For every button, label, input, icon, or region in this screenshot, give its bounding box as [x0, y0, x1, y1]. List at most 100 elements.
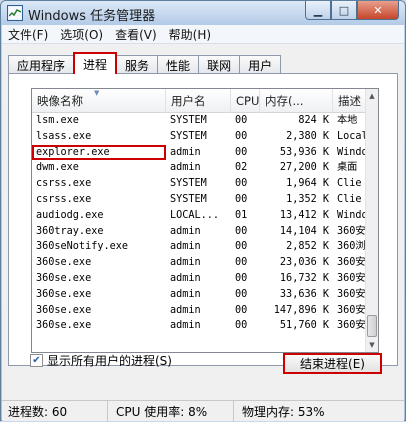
table-row[interactable]: 360tray.exe admin 00 14,104 K 360安 [32, 224, 368, 240]
column-memory[interactable]: 内存(... [260, 89, 333, 113]
cell-user: admin [170, 146, 201, 158]
cell-desc: 360安 [337, 288, 366, 300]
menu-file[interactable]: 文件(F) [8, 26, 48, 43]
cell-user: admin [170, 241, 201, 253]
cell-desc: 360安 [337, 304, 366, 316]
arrow-up-icon: ▲ [369, 92, 375, 100]
cell-cpu: 00 [235, 130, 248, 142]
column-cpu[interactable]: CPU [231, 89, 260, 113]
cell-desc: Windo [337, 209, 368, 221]
cell-cpu: 02 [235, 162, 248, 174]
process-rows: lsm.exe SYSTEM 00 824 K 本地 lsass.exe SYSTEM 00 2… [32, 113, 368, 334]
tab-applications[interactable]: 应用程序 [8, 55, 75, 74]
tab-networking[interactable]: 联网 [198, 55, 241, 74]
table-row[interactable]: dwm.exe admin 02 27,200 K 桌面 [32, 160, 368, 176]
cell-desc: Clie [337, 178, 362, 190]
client-area: 应用程序 进程 服务 性能 联网 用户 映像名称 ▼ 用户名 CPU 内存(..… [2, 44, 404, 400]
column-user-name[interactable]: 用户名 [166, 89, 231, 113]
column-label: 映像名称 [37, 94, 83, 108]
table-row[interactable]: 360se.exe admin 00 16,732 K 360安 [32, 271, 368, 287]
cell-mem: 1,964 K [286, 178, 329, 190]
cell-name: csrss.exe [36, 178, 92, 190]
cell-user: admin [170, 225, 201, 237]
task-manager-icon [7, 5, 23, 21]
tab-processes[interactable]: 进程 [73, 52, 118, 74]
tab-strip: 应用程序 进程 服务 性能 联网 用户 [8, 52, 282, 74]
cell-user: admin [170, 288, 201, 300]
cell-cpu: 00 [235, 146, 248, 158]
menu-bar: 文件(F) 选项(O) 查看(V) 帮助(H) [2, 25, 404, 44]
table-row[interactable]: csrss.exe SYSTEM 00 1,352 K Clie [32, 192, 368, 208]
tab-label: 联网 [207, 58, 232, 73]
tab-users[interactable]: 用户 [239, 55, 282, 74]
table-row[interactable]: 360se.exe admin 00 23,036 K 360安 [32, 255, 368, 271]
minimize-button[interactable]: ▁ [305, 1, 331, 20]
cell-name: lsm.exe [36, 115, 79, 126]
caption-buttons: ▁ □ ✕ [305, 1, 399, 20]
cell-mem: 51,760 K [279, 320, 329, 332]
column-image-name[interactable]: 映像名称 ▼ [32, 89, 166, 113]
cell-name: lsass.exe [36, 130, 92, 142]
tab-performance[interactable]: 性能 [157, 55, 200, 74]
show-all-users-checkbox[interactable]: ✔ [30, 354, 43, 367]
table-row[interactable]: 360se.exe admin 00 33,636 K 360安 [32, 287, 368, 303]
scroll-down-button[interactable]: ▼ [366, 338, 378, 352]
cell-name: 360se.exe [36, 272, 92, 284]
vertical-scrollbar[interactable]: ▲ ▼ [365, 89, 378, 352]
tab-label: 用户 [248, 58, 273, 73]
cell-desc: Clie [337, 193, 362, 205]
sort-descending-icon: ▼ [94, 89, 100, 97]
cell-mem: 824 K [298, 115, 329, 126]
cell-user: admin [170, 257, 201, 269]
table-row[interactable]: 360seNotify.exe admin 00 2,852 K 360浏 [32, 239, 368, 255]
title-bar[interactable]: Windows 任务管理器 ▁ □ ✕ [1, 1, 405, 25]
cell-mem: 53,936 K [279, 146, 329, 158]
scroll-up-button[interactable]: ▲ [366, 89, 378, 103]
table-row[interactable]: csrss.exe SYSTEM 00 1,964 K Clie [32, 176, 368, 192]
cell-cpu: 00 [235, 115, 248, 126]
cell-user: SYSTEM [170, 193, 207, 205]
cell-user: admin [170, 304, 201, 316]
cell-cpu: 00 [235, 272, 248, 284]
tab-label: 应用程序 [17, 58, 66, 73]
cell-user: SYSTEM [170, 178, 207, 190]
cell-cpu: 00 [235, 304, 248, 316]
cell-cpu: 01 [235, 209, 248, 221]
cell-name: 360se.exe [36, 257, 92, 269]
show-all-users-label: 显示所有用户的进程(S) [47, 354, 172, 368]
cell-desc: 本地 [337, 115, 358, 126]
task-manager-window: Windows 任务管理器 ▁ □ ✕ 文件(F) 选项(O) 查看(V) 帮助… [0, 0, 406, 422]
cell-cpu: 00 [235, 225, 248, 237]
cell-name: explorer.exe [32, 144, 166, 161]
table-row[interactable]: explorer.exe admin 00 53,936 K Windo [32, 144, 368, 161]
maximize-button[interactable]: □ [331, 1, 357, 20]
table-row[interactable]: lsass.exe SYSTEM 00 2,380 K Local [32, 129, 368, 145]
cell-desc: 360安 [337, 320, 366, 332]
end-process-button[interactable]: 结束进程(E) [283, 353, 382, 374]
table-row[interactable]: audiodg.exe LOCAL... 01 13,412 K Windo [32, 208, 368, 224]
table-row[interactable]: lsm.exe SYSTEM 00 824 K 本地 [32, 113, 368, 129]
table-row[interactable]: 360se.exe admin 00 51,760 K 360安 [32, 318, 368, 334]
cell-user: LOCAL... [170, 209, 220, 221]
column-description[interactable]: 描述 [333, 89, 368, 113]
scroll-thumb[interactable] [367, 315, 377, 337]
menu-help[interactable]: 帮助(H) [169, 26, 211, 43]
menu-options[interactable]: 选项(O) [60, 26, 103, 43]
tab-services[interactable]: 服务 [116, 55, 159, 74]
cell-desc: 360安 [337, 225, 366, 237]
cell-mem: 13,412 K [279, 209, 329, 221]
cell-cpu: 00 [235, 257, 248, 269]
process-list[interactable]: 映像名称 ▼ 用户名 CPU 内存(... 描述 lsm.exe SYSTEM 00… [31, 88, 379, 353]
menu-view[interactable]: 查看(V) [115, 26, 157, 43]
cell-cpu: 00 [235, 241, 248, 253]
cell-name: 360se.exe [36, 304, 92, 316]
cell-desc: 360安 [337, 272, 366, 284]
show-all-users-option[interactable]: ✔ 显示所有用户的进程(S) [30, 352, 172, 369]
close-button[interactable]: ✕ [357, 1, 399, 20]
status-process-count: 进程数: 60 [2, 400, 108, 422]
checkmark-icon: ✔ [32, 355, 41, 366]
cell-mem: 23,036 K [279, 257, 329, 269]
column-label: 用户名 [171, 94, 206, 108]
table-row[interactable]: 360se.exe admin 00 147,896 K 360安 [32, 303, 368, 319]
cell-desc: 360安 [337, 257, 366, 269]
